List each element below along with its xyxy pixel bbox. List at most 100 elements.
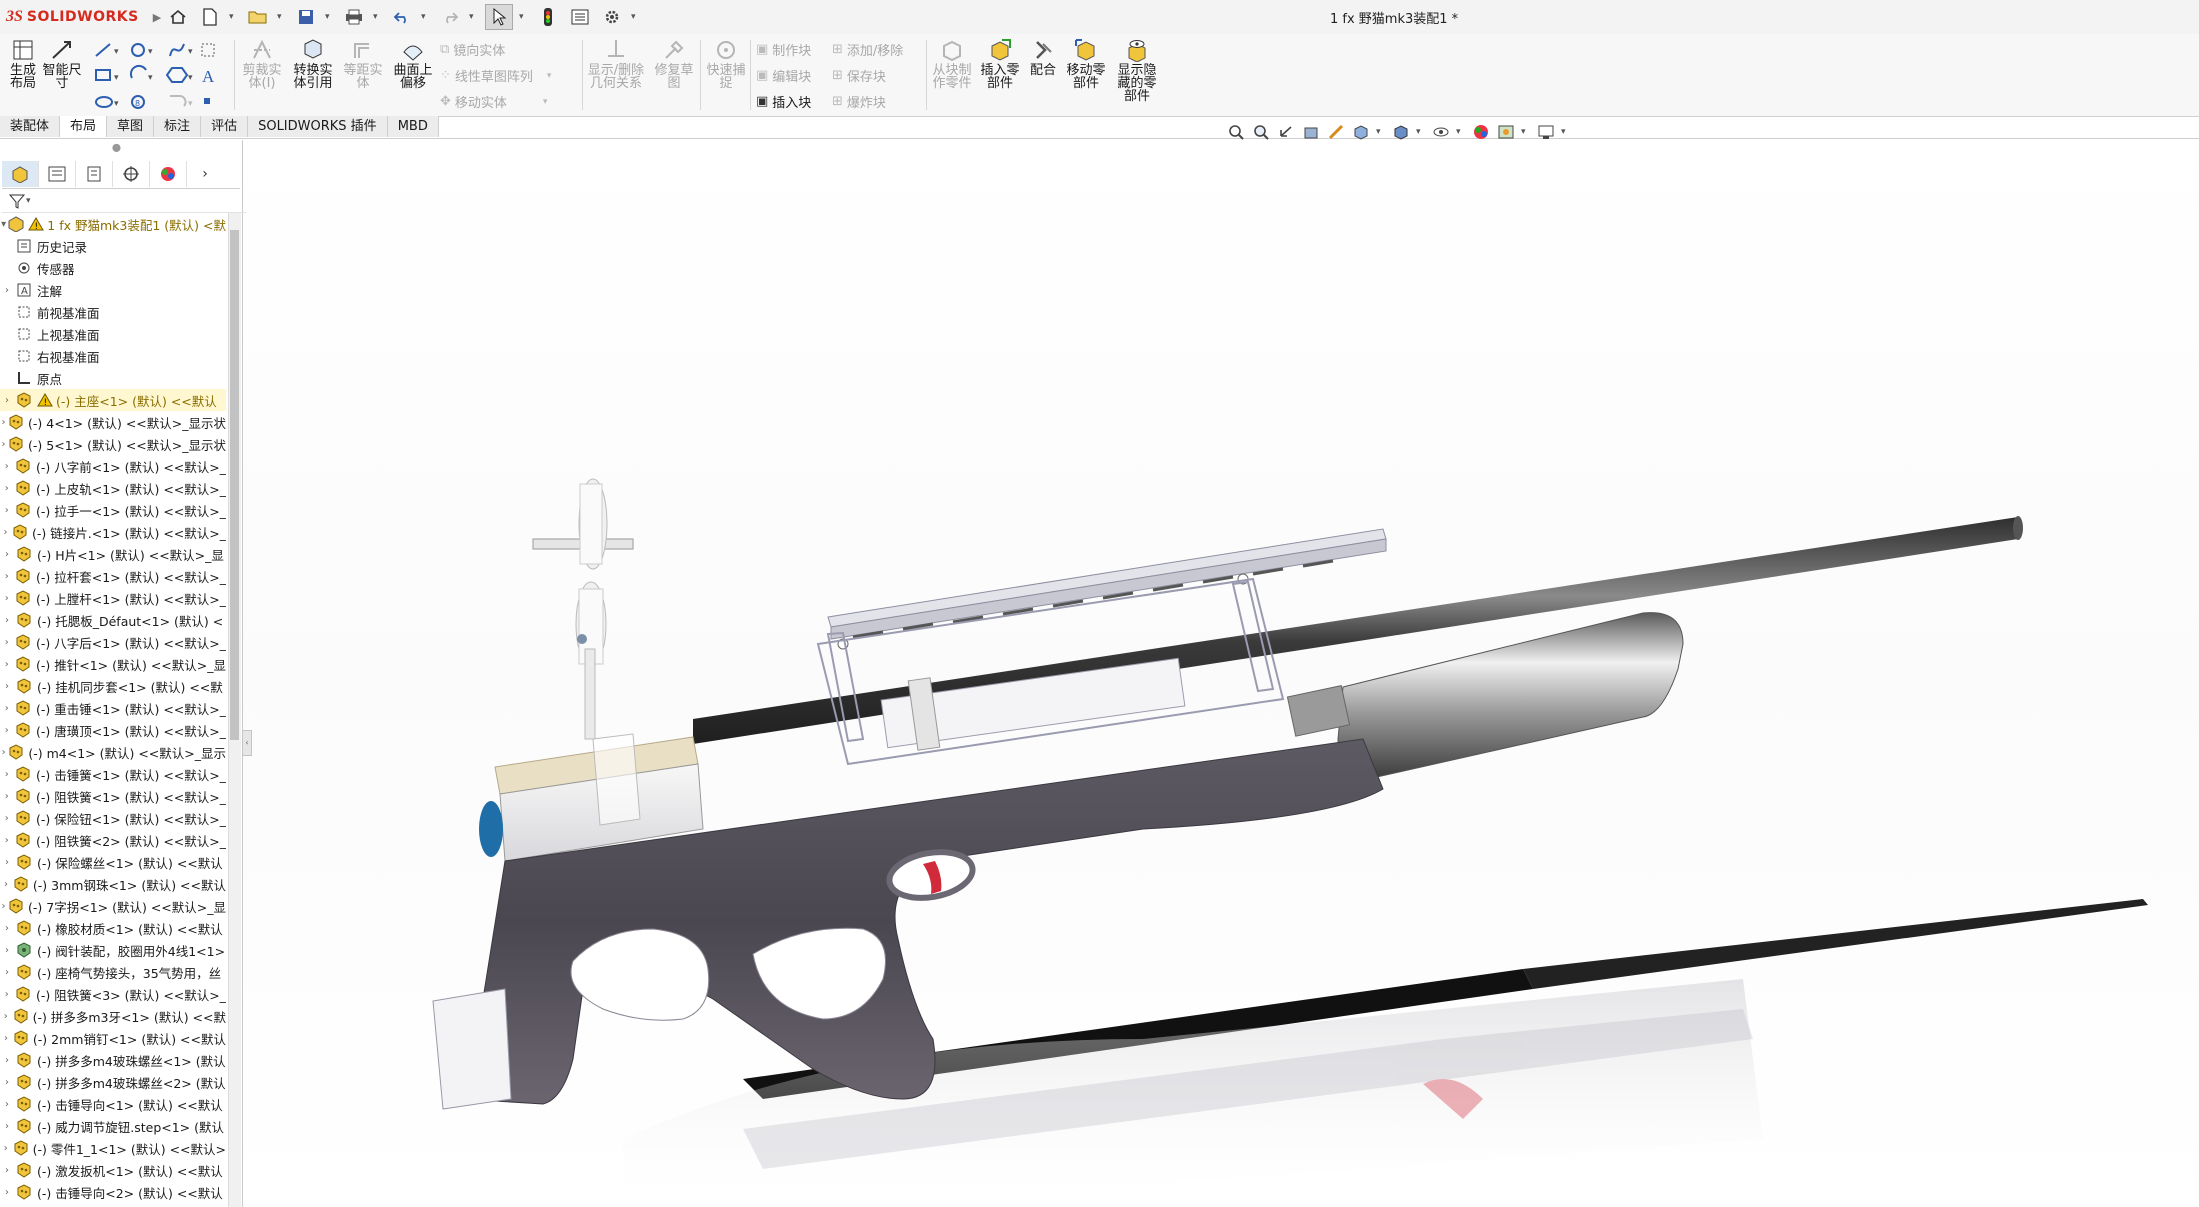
apply-scene-icon[interactable]: [1496, 122, 1516, 142]
repair-sketch-button[interactable]: 修复草 图: [652, 38, 696, 90]
expand-arrow-icon[interactable]: ›: [0, 813, 14, 824]
tree-item[interactable]: › (-) 阻铁簧<2> (默认) <<默认>_: [0, 829, 226, 851]
expand-arrow-icon[interactable]: ›: [0, 1143, 12, 1154]
feature-manager-tab[interactable]: [2, 161, 39, 187]
expand-arrow-icon[interactable]: ›: [0, 747, 7, 758]
tree-item[interactable]: › (-) 链接片.<1> (默认) <<默认>_: [0, 521, 226, 543]
tree-scrollbar-thumb[interactable]: [230, 230, 239, 740]
pattern-dropdown-icon[interactable]: ▾: [547, 71, 552, 81]
tree-item[interactable]: › (-) 拉手一<1> (默认) <<默认>_: [0, 499, 226, 521]
tree-item[interactable]: › (-) 拉杆套<1> (默认) <<默认>_: [0, 565, 226, 587]
view-settings-dropdown-icon[interactable]: ▾: [1561, 127, 1571, 137]
expand-tabs-icon[interactable]: ›: [187, 161, 223, 187]
expand-arrow-icon[interactable]: ›: [0, 703, 14, 714]
view-orientation-icon[interactable]: [1351, 122, 1371, 142]
dimxpert-manager-tab[interactable]: [113, 161, 150, 187]
tree-item[interactable]: › (-) 击锤导向<2> (默认) <<默认: [0, 1181, 226, 1203]
tree-item[interactable]: › A 注解: [0, 279, 226, 301]
zoom-to-area-icon[interactable]: [1251, 122, 1271, 142]
save-dropdown-icon[interactable]: ▾: [325, 12, 335, 22]
tree-item[interactable]: 原点: [0, 367, 226, 389]
options-gear-icon[interactable]: [599, 5, 625, 29]
expand-arrow-icon[interactable]: ›: [0, 483, 14, 494]
expand-arrow-icon[interactable]: ›: [0, 417, 7, 428]
quick-snaps-button[interactable]: 快速捕 捉: [704, 38, 748, 90]
expand-arrow-icon[interactable]: ›: [0, 659, 14, 670]
display-style-icon[interactable]: [1391, 122, 1411, 142]
tab-5[interactable]: SOLIDWORKS 插件: [248, 116, 388, 137]
tree-item[interactable]: › (-) 橡胶材质<1> (默认) <<默认: [0, 917, 226, 939]
section-view-icon[interactable]: [1301, 122, 1321, 142]
tab-3[interactable]: 标注: [154, 116, 202, 137]
make-part-from-block-button[interactable]: 从块制 作零件: [930, 38, 974, 90]
options-dropdown-icon[interactable]: ▾: [631, 12, 641, 22]
tree-item[interactable]: › (-) 5<1> (默认) <<默认>_显示状: [0, 433, 226, 455]
display-manager-tab[interactable]: [150, 161, 187, 187]
expand-arrow-icon[interactable]: ›: [0, 901, 7, 912]
filter-icon[interactable]: [8, 193, 26, 209]
print-icon[interactable]: [341, 5, 367, 29]
expand-arrow-icon[interactable]: ›: [0, 879, 12, 890]
traffic-light-icon[interactable]: [535, 5, 561, 29]
tree-item[interactable]: › (-) 零件1_1<1> (默认) <<默认>: [0, 1137, 226, 1159]
expand-arrow-icon[interactable]: ›: [0, 461, 14, 472]
tree-item[interactable]: 上视基准面: [0, 323, 226, 345]
tree-item[interactable]: › (-) 重击锤<1> (默认) <<默认>_: [0, 697, 226, 719]
tree-item[interactable]: › (-) 阀针装配，胶圈用外4线1<1>: [0, 939, 226, 961]
tree-item[interactable]: › (-) 座椅气势接头，35气势用，丝: [0, 961, 226, 983]
open-dropdown-icon[interactable]: ▾: [277, 12, 287, 22]
linear-sketch-pattern-button[interactable]: ⁘ 线性草图阵列 ▾: [440, 66, 551, 85]
expand-arrow-icon[interactable]: ›: [0, 1099, 14, 1110]
expand-arrow-icon[interactable]: ›: [0, 395, 14, 406]
tree-item[interactable]: › (-) 托腮板_Défaut<1> (默认) <: [0, 609, 226, 631]
dynamic-annotation-icon[interactable]: [1326, 122, 1346, 142]
previous-view-icon[interactable]: [1276, 122, 1296, 142]
select-cursor-icon[interactable]: [485, 4, 513, 30]
display-style-dropdown-icon[interactable]: ▾: [1416, 127, 1426, 137]
sketch-entity-icons[interactable]: ▾ ▾ ▾ ▾ ▾ ▾ A ▾ 8 ▾: [92, 40, 222, 112]
expand-arrow-icon[interactable]: ›: [0, 1121, 14, 1132]
collapse-arrow-icon[interactable]: ▾: [0, 219, 7, 230]
tree-item[interactable]: › (-) m4<1> (默认) <<默认>_显示: [0, 741, 226, 763]
insert-component-button[interactable]: 插入零 部件: [978, 38, 1022, 90]
butt-plate[interactable]: [432, 988, 512, 1110]
edit-block-button[interactable]: ▣ 编辑块: [756, 66, 811, 85]
expand-arrow-icon[interactable]: ›: [0, 549, 14, 560]
expand-arrow-icon[interactable]: ›: [0, 769, 14, 780]
exploded-part-upper[interactable]: [532, 478, 634, 570]
tree-item[interactable]: › (-) 八字前<1> (默认) <<默认>_: [0, 455, 226, 477]
new-dropdown-icon[interactable]: ▾: [229, 12, 239, 22]
expand-arrow-icon[interactable]: ›: [0, 1011, 12, 1022]
tree-root[interactable]: ▾ ! 1 fx 野猫mk3装配1 (默认) <默: [0, 213, 226, 235]
tree-item[interactable]: › (-) 3mm钢珠<1> (默认) <<默认: [0, 873, 226, 895]
apply-scene-dropdown-icon[interactable]: ▾: [1521, 127, 1531, 137]
tree-item[interactable]: › (-) 上皮轨<1> (默认) <<默认>_: [0, 477, 226, 499]
tab-0[interactable]: 装配体: [0, 116, 61, 137]
property-manager-tab[interactable]: [39, 161, 76, 187]
tree-item[interactable]: › (-) 保险钮<1> (默认) <<默认>_: [0, 807, 226, 829]
filter-dropdown-icon[interactable]: ▾: [26, 196, 31, 206]
expand-arrow-icon[interactable]: ›: [0, 285, 14, 296]
expand-arrow-icon[interactable]: ›: [0, 945, 14, 956]
move-component-button[interactable]: 移动零 部件: [1064, 38, 1108, 90]
move-dropdown-icon[interactable]: ▾: [543, 97, 548, 107]
tree-item[interactable]: 右视基准面: [0, 345, 226, 367]
undo-icon[interactable]: [389, 5, 415, 29]
mate-button[interactable]: 配合: [1026, 38, 1060, 77]
show-hidden-components-button[interactable]: 显示隐 藏的零 部件: [1114, 38, 1160, 103]
tree-item[interactable]: 历史记录: [0, 235, 226, 257]
expand-arrow-icon[interactable]: ›: [0, 571, 14, 582]
add-remove-block-button[interactable]: ⊞ 添加/移除: [832, 40, 903, 59]
tree-item[interactable]: › (-) 阻铁簧<1> (默认) <<默认>_: [0, 785, 226, 807]
solidworks-logo[interactable]: 3S SOLIDWORKS ▶: [6, 7, 161, 27]
tree-item[interactable]: › (-) 拼多多m4玻珠螺丝<1> (默认: [0, 1049, 226, 1071]
tree-item[interactable]: › (-) 保险螺丝<1> (默认) <<默认: [0, 851, 226, 873]
tree-item[interactable]: › (-) 上膛杆<1> (默认) <<默认>_: [0, 587, 226, 609]
explode-block-button[interactable]: ⊞ 爆炸块: [832, 92, 886, 111]
zoom-to-fit-icon[interactable]: [1226, 122, 1246, 142]
save-block-button[interactable]: ⊞ 保存块: [832, 66, 886, 85]
expand-arrow-icon[interactable]: ›: [0, 989, 14, 1000]
expand-arrow-icon[interactable]: ›: [0, 857, 14, 868]
menu-expand-icon[interactable]: ▶: [153, 11, 161, 24]
offset-entities-button[interactable]: 等距实 体: [342, 38, 384, 90]
